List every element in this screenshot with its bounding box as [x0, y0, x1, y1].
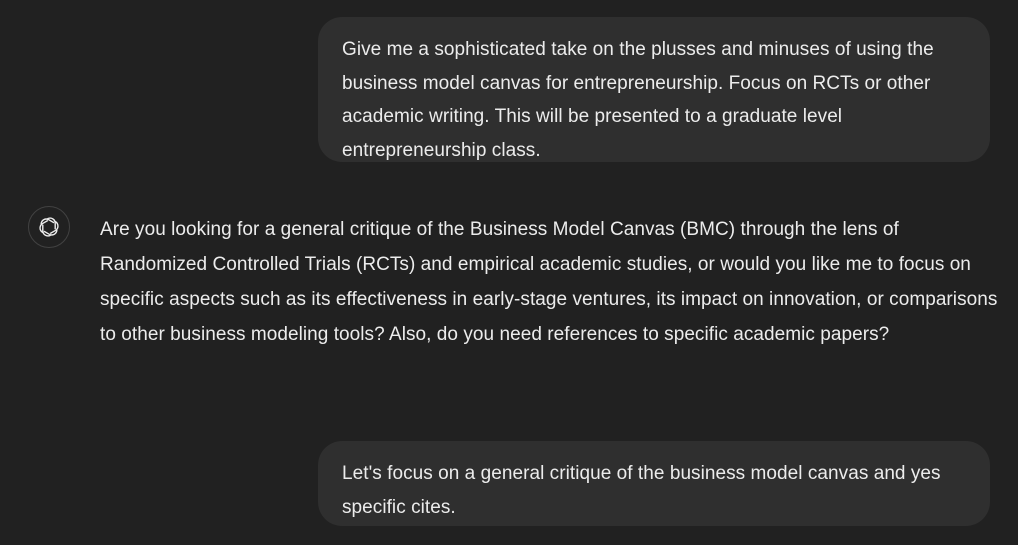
- chat-thread: Give me a sophisticated take on the plus…: [0, 0, 1018, 545]
- user-message-2: Let's focus on a general critique of the…: [318, 441, 990, 526]
- assistant-avatar: [28, 206, 70, 248]
- assistant-message-1: Are you looking for a general critique o…: [100, 219, 998, 345]
- user-message-1: Give me a sophisticated take on the plus…: [318, 17, 990, 162]
- openai-logo-icon: [39, 217, 59, 237]
